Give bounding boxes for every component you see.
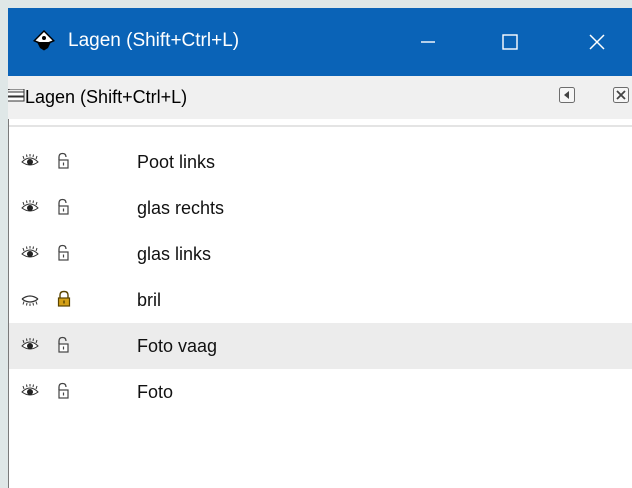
eye-open-icon[interactable] (21, 200, 39, 214)
layer-name[interactable]: Foto vaag (137, 335, 217, 357)
lock-open-icon[interactable] (56, 244, 72, 262)
inkscape-logo-icon (32, 29, 56, 53)
close-window-button[interactable] (568, 8, 626, 76)
eye-open-icon[interactable] (21, 384, 39, 398)
close-icon (587, 32, 607, 52)
lock-closed-icon[interactable] (56, 290, 72, 308)
panel-divider (9, 125, 632, 127)
close-icon (612, 86, 630, 109)
maximize-button[interactable] (481, 8, 539, 76)
layer-name[interactable]: glas links (137, 243, 211, 265)
layer-row[interactable]: Foto vaag (9, 323, 632, 369)
layer-row[interactable]: Poot links (9, 139, 632, 185)
title-bar[interactable]: Lagen (Shift+Ctrl+L) (8, 8, 632, 76)
dock-close-button[interactable] (612, 86, 630, 109)
window-title: Lagen (Shift+Ctrl+L) (68, 30, 240, 51)
dock-title: Lagen (Shift+Ctrl+L) (25, 87, 188, 107)
layer-row[interactable]: glas rechts (9, 185, 632, 231)
dock-header: Lagen (Shift+Ctrl+L) (8, 76, 632, 120)
dock-iconify-button[interactable] (558, 86, 576, 109)
eye-open-icon[interactable] (21, 246, 39, 260)
layers-list: Poot links glas rechts glas links bril F… (9, 139, 632, 415)
maximize-icon (500, 32, 520, 52)
layer-name[interactable]: bril (137, 289, 161, 311)
layer-row[interactable]: bril (9, 277, 632, 323)
eye-open-icon[interactable] (21, 338, 39, 352)
lock-open-icon[interactable] (56, 382, 72, 400)
iconify-icon (558, 86, 576, 109)
layers-window: Lagen (Shift+Ctrl+L) Lagen (Shift+Ctrl+L… (8, 8, 632, 488)
layer-name[interactable]: glas rechts (137, 197, 224, 219)
layer-row[interactable]: Foto (9, 369, 632, 415)
eye-open-icon[interactable] (21, 154, 39, 168)
layer-name[interactable]: Poot links (137, 151, 215, 173)
minimize-button[interactable] (399, 8, 457, 76)
lock-open-icon[interactable] (56, 198, 72, 216)
lock-open-icon[interactable] (56, 152, 72, 170)
lock-open-icon[interactable] (56, 336, 72, 354)
minimize-icon (418, 32, 438, 52)
eye-closed-icon[interactable] (21, 292, 39, 306)
layers-panel: Poot links glas rechts glas links bril F… (8, 119, 632, 488)
layer-name[interactable]: Foto (137, 381, 173, 403)
dock-grip-icon[interactable] (8, 88, 26, 110)
layer-row[interactable]: glas links (9, 231, 632, 277)
